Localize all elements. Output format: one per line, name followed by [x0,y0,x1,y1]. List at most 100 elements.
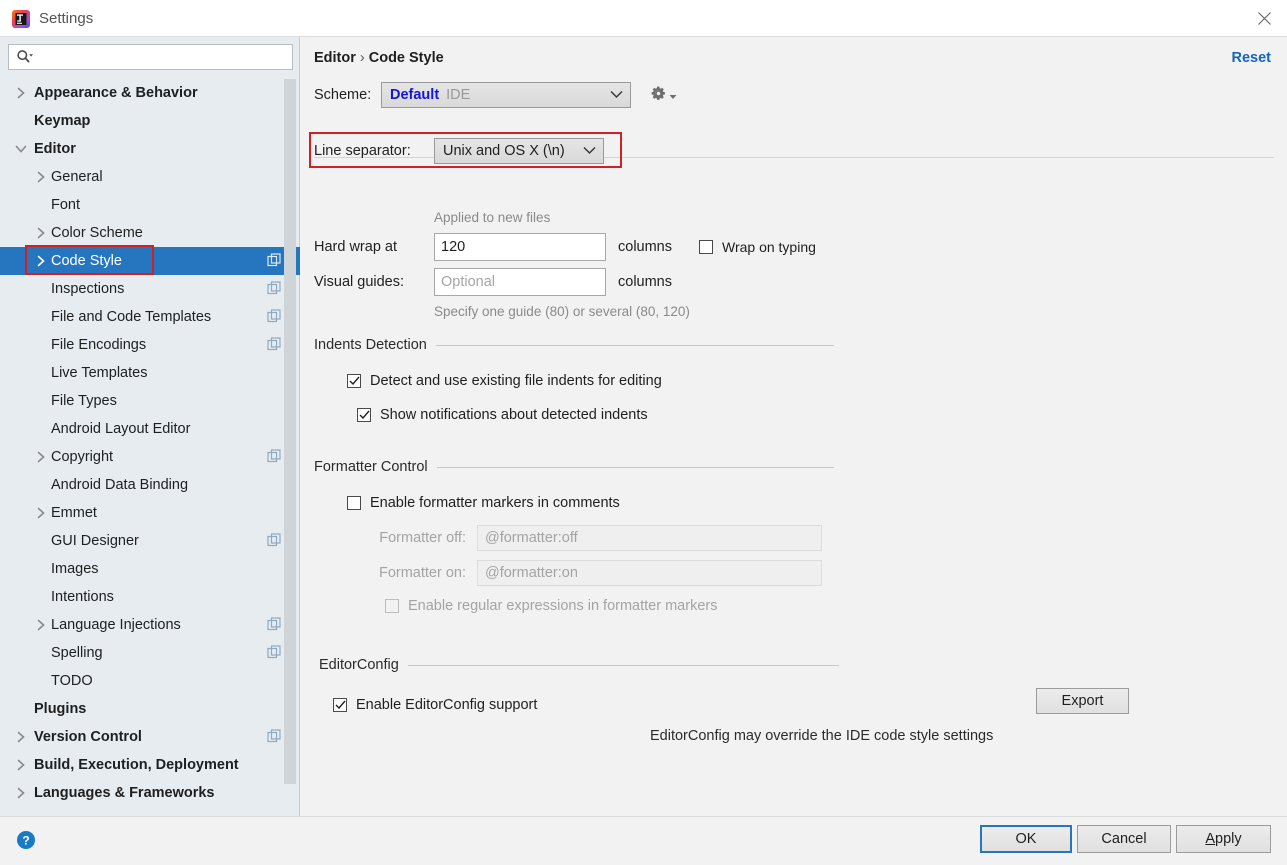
sidebar-item-spelling[interactable]: Spelling [0,639,300,667]
sidebar-item-file-types[interactable]: File Types [0,387,300,415]
enable-editorconfig-row[interactable]: Enable EditorConfig support [333,697,537,713]
line-separator-label: Line separator: [314,143,411,159]
wrap-on-typing-label: Wrap on typing [722,239,816,255]
sidebar-scrollbar-thumb[interactable] [284,79,296,784]
sidebar-item-keymap[interactable]: Keymap [0,107,300,135]
sidebar-item-gui-designer[interactable]: GUI Designer [0,527,300,555]
search-box[interactable] [8,44,293,70]
sidebar-item-label: Intentions [51,589,114,605]
sidebar-item-languages-frameworks[interactable]: Languages & Frameworks [0,779,300,807]
sidebar-item-appearance-behavior[interactable]: Appearance & Behavior [0,79,300,107]
visual-guides-label: Visual guides: [314,274,405,290]
enable-formatter-markers-row[interactable]: Enable formatter markers in comments [347,495,620,511]
visual-guides-unit: columns [618,274,672,290]
sidebar-item-color-scheme[interactable]: Color Scheme [0,219,300,247]
line-separator-value: Unix and OS X (\n) [443,143,565,159]
ok-button[interactable]: OK [980,825,1072,853]
sidebar-item-emmet[interactable]: Emmet [0,499,300,527]
formatter-on-label: Formatter on: [378,565,466,581]
sidebar-scrollbar[interactable] [284,79,296,816]
copy-settings-icon[interactable] [267,253,282,268]
sidebar-item-android-layout-editor[interactable]: Android Layout Editor [0,415,300,443]
sidebar-item-label: GUI Designer [51,533,139,549]
line-separator-dropdown[interactable]: Unix and OS X (\n) [434,138,604,164]
wrap-on-typing-row[interactable]: Wrap on typing [699,239,816,255]
chevron-right-icon[interactable] [33,505,49,521]
sidebar-item-editor[interactable]: Editor [0,135,300,163]
search-icon [16,49,34,65]
chevron-right-icon[interactable] [33,253,49,269]
sidebar-item-label: Android Layout Editor [51,421,191,437]
copy-settings-icon[interactable] [267,337,282,352]
sidebar-item-images[interactable]: Images [0,555,300,583]
cancel-button[interactable]: Cancel [1077,825,1171,853]
search-input[interactable] [34,46,292,68]
sidebar-item-language-injections[interactable]: Language Injections [0,611,300,639]
sidebar-item-live-templates[interactable]: Live Templates [0,359,300,387]
copy-settings-icon[interactable] [267,729,282,744]
enable-formatter-markers-checkbox[interactable] [347,496,361,510]
detect-indents-checkbox[interactable] [347,374,361,388]
scheme-value-primary: Default [390,87,440,103]
copy-settings-icon[interactable] [267,449,282,464]
enable-regex-markers-row: Enable regular expressions in formatter … [385,598,717,614]
sidebar-item-build-execution-deployment[interactable]: Build, Execution, Deployment [0,751,300,779]
chevron-right-icon[interactable] [13,757,29,773]
visual-guides-input[interactable] [434,268,606,296]
sidebar-item-label: Version Control [34,729,142,745]
copy-settings-icon[interactable] [267,281,282,296]
scheme-dropdown[interactable]: Default IDE [381,82,631,108]
hard-wrap-label: Hard wrap at [314,239,398,255]
sidebar-item-general[interactable]: General [0,163,300,191]
breadcrumb-current: Code Style [368,50,444,66]
show-indent-notifications-checkbox[interactable] [357,408,371,422]
show-indent-notifications-row[interactable]: Show notifications about detected indent… [357,407,648,423]
copy-settings-icon[interactable] [267,617,282,632]
chevron-right-icon[interactable] [33,169,49,185]
enable-regex-markers-checkbox [385,599,399,613]
chevron-down-icon [610,87,623,103]
sidebar-item-label: Spelling [51,645,103,661]
sidebar-item-font[interactable]: Font [0,191,300,219]
breadcrumb: Editor › Code Style [314,50,444,66]
sidebar-item-todo[interactable]: TODO [0,667,300,695]
chevron-right-icon[interactable] [33,449,49,465]
sidebar-item-intentions[interactable]: Intentions [0,583,300,611]
wrap-on-typing-checkbox[interactable] [699,240,713,254]
export-button[interactable]: Export [1036,688,1129,714]
chevron-right-icon[interactable] [33,225,49,241]
sidebar-item-android-data-binding[interactable]: Android Data Binding [0,471,300,499]
breadcrumb-parent[interactable]: Editor [314,50,356,66]
copy-settings-icon[interactable] [267,533,282,548]
chevron-down-icon[interactable] [13,141,29,157]
reset-link[interactable]: Reset [1232,50,1272,66]
hard-wrap-unit: columns [618,239,672,255]
sidebar-item-label: TODO [51,673,93,689]
intellij-idea-logo-icon [11,9,31,29]
detect-indents-row[interactable]: Detect and use existing file indents for… [347,373,662,389]
indents-detection-title: Indents Detection [314,337,427,353]
sidebar-item-plugins[interactable]: Plugins [0,695,300,723]
scheme-gear-button[interactable] [650,84,677,106]
chevron-right-icon[interactable] [33,617,49,633]
show-indent-notifications-label: Show notifications about detected indent… [380,407,648,423]
hard-wrap-input[interactable] [434,233,606,261]
apply-button-mnemonic: A [1205,831,1216,847]
copy-settings-icon[interactable] [267,645,282,660]
sidebar-item-label: Copyright [51,449,114,465]
chevron-right-icon[interactable] [13,785,29,801]
enable-editorconfig-checkbox[interactable] [333,698,347,712]
sidebar-item-file-and-code-templates[interactable]: File and Code Templates [0,303,300,331]
chevron-right-icon[interactable] [13,729,29,745]
sidebar-item-version-control[interactable]: Version Control [0,723,300,751]
sidebar-item-inspections[interactable]: Inspections [0,275,300,303]
chevron-right-icon[interactable] [13,85,29,101]
help-icon[interactable]: ? [16,830,36,850]
close-icon[interactable] [1241,0,1287,36]
sidebar-item-copyright[interactable]: Copyright [0,443,300,471]
sidebar-item-code-style[interactable]: Code Style [0,245,300,275]
sidebar-item-file-encodings[interactable]: File Encodings [0,331,300,359]
apply-button[interactable]: Apply [1176,825,1271,853]
sidebar-item-label: Build, Execution, Deployment [34,757,239,773]
copy-settings-icon[interactable] [267,309,282,324]
